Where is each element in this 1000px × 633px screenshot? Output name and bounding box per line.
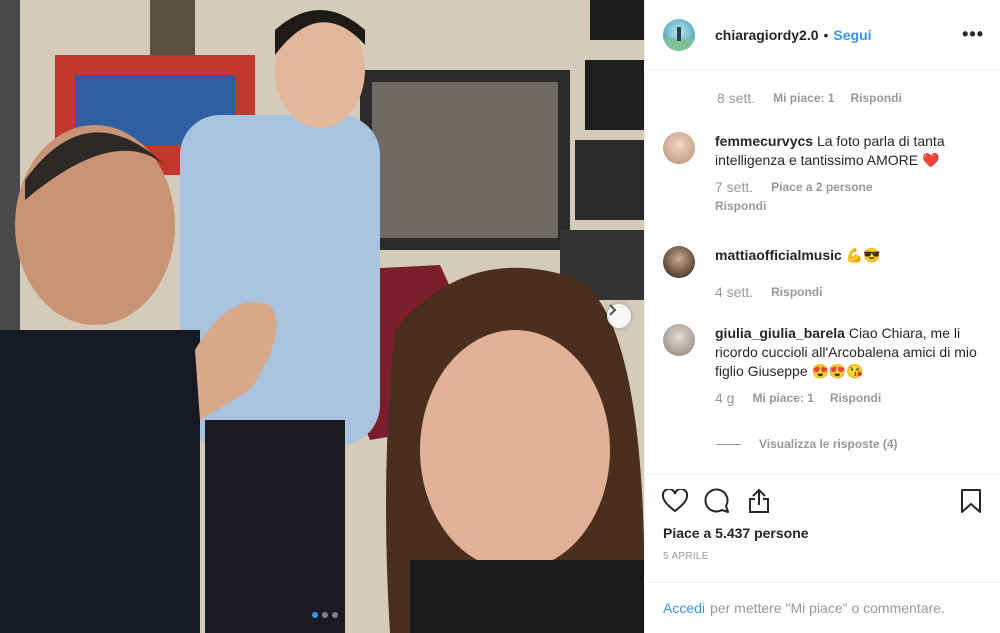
comment-time[interactable]: 4 g (715, 389, 734, 408)
comment-item: giulia_giulia_barela Ciao Chiara, me li … (663, 324, 983, 408)
carousel-dot (332, 612, 338, 618)
comment-time[interactable]: 8 sett. (717, 90, 755, 106)
owner-username[interactable]: chiaragiordy2.0 (715, 27, 819, 43)
comment-likes[interactable]: Piace a 2 persone (771, 178, 872, 197)
share-icon[interactable] (745, 487, 773, 515)
comment-icon[interactable] (703, 487, 731, 515)
selfie-image (0, 0, 644, 633)
post-date: 5 APRILE (663, 551, 709, 562)
carousel-dot (312, 612, 318, 618)
comment-time[interactable]: 4 sett. (715, 283, 753, 302)
more-options-icon[interactable]: ••• (962, 24, 984, 45)
chevron-right-icon (609, 304, 617, 316)
comments-list: 8 sett. Mi piace: 1 Rispondi femmecurvyc… (645, 71, 1000, 473)
commenter-avatar[interactable] (663, 246, 695, 278)
carousel-dot (322, 612, 328, 618)
comment-meta: 8 sett. Mi piace: 1 Rispondi (717, 90, 918, 106)
comment-username[interactable]: femmecurvycs (715, 133, 813, 149)
like-count[interactable]: Piace a 5.437 persone (645, 521, 1000, 541)
commenter-avatar[interactable] (663, 324, 695, 356)
comment-likes[interactable]: Mi piace: 1 (773, 91, 834, 105)
bookmark-icon[interactable] (957, 487, 985, 515)
comment-meta: 7 sett. Piace a 2 persone Rispondi (715, 178, 983, 216)
comment-meta: 4 g Mi piace: 1 Rispondi (715, 389, 983, 408)
commenter-avatar[interactable] (663, 132, 695, 164)
comment-likes[interactable]: Mi piace: 1 (752, 389, 813, 408)
comment-item: femmecurvycs La foto parla di tanta inte… (663, 132, 983, 216)
comment-body: mattiaofficialmusic 💪😎 4 sett. Rispondi (715, 246, 881, 302)
owner-avatar[interactable] (663, 18, 695, 51)
reply-button[interactable]: Rispondi (851, 91, 902, 105)
comment-username[interactable]: giulia_giulia_barela (715, 325, 845, 341)
login-prompt-text: per mettere "Mi piace" o commentare. (710, 600, 945, 616)
login-prompt: Accedi per mettere "Mi piace" o commenta… (645, 582, 1000, 633)
comment-body: giulia_giulia_barela Ciao Chiara, me li … (715, 324, 983, 408)
post-sidebar: chiaragiordy2.0 • Segui ••• 8 sett. Mi p… (644, 0, 1000, 633)
post-actions: Piace a 5.437 persone 5 APRILE (645, 474, 1000, 562)
post-header: chiaragiordy2.0 • Segui ••• (645, 0, 1000, 70)
comment-username[interactable]: mattiaofficialmusic (715, 247, 842, 263)
view-replies-label: Visualizza le risposte (4) (759, 437, 898, 451)
divider (717, 443, 741, 445)
follow-button[interactable]: Segui (833, 27, 871, 43)
reply-button[interactable]: Rispondi (771, 283, 822, 302)
comment-time[interactable]: 7 sett. (715, 178, 753, 197)
comment-text: 💪😎 (845, 247, 881, 263)
reply-button[interactable]: Rispondi (830, 389, 881, 408)
comment-body: femmecurvycs La foto parla di tanta inte… (715, 132, 983, 216)
heart-icon[interactable] (661, 487, 689, 515)
reply-button[interactable]: Rispondi (715, 197, 967, 216)
login-link[interactable]: Accedi (663, 600, 705, 616)
view-replies-button[interactable]: Visualizza le risposte (4) (717, 437, 898, 451)
separator: • (823, 26, 829, 43)
post-photo[interactable] (0, 0, 644, 633)
carousel-next-button[interactable] (607, 304, 631, 328)
carousel-indicator (312, 612, 338, 618)
avatar-image (663, 26, 695, 51)
comment-item: mattiaofficialmusic 💪😎 4 sett. Rispondi (663, 246, 983, 302)
comment-meta: 4 sett. Rispondi (715, 283, 881, 302)
